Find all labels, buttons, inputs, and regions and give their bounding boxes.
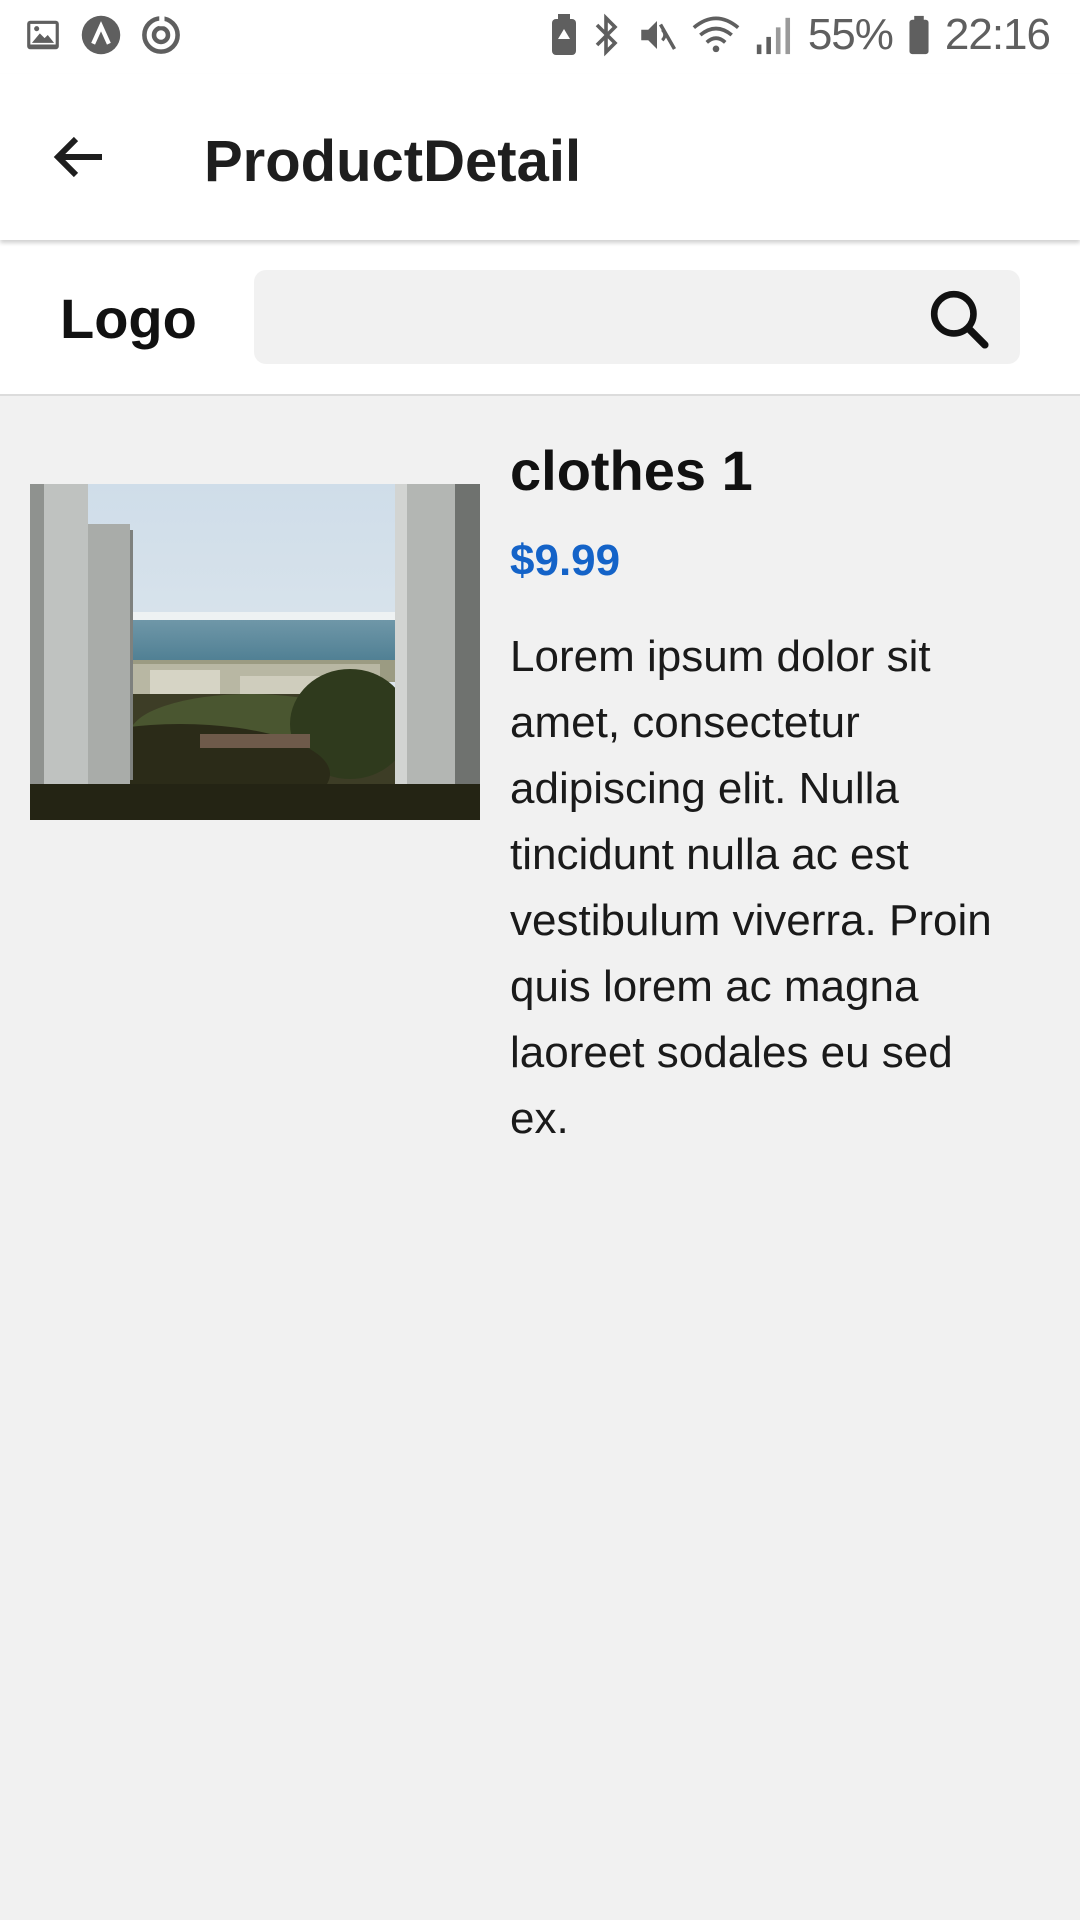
search-button[interactable] — [928, 288, 990, 350]
app-icon — [80, 14, 122, 56]
status-right-icons: 55% 22:16 — [550, 10, 1051, 60]
search-icon — [928, 288, 990, 350]
product-price: $9.99 — [510, 536, 621, 585]
battery-icon — [907, 14, 931, 56]
product-description: Lorem ipsum dolor sit amet, consectetur … — [510, 632, 992, 1143]
battery-percent: 55% — [807, 10, 894, 59]
back-button[interactable] — [38, 122, 118, 192]
product-info: clothes 1 $9.99 Lorem ipsum dolor sit am… — [510, 438, 1030, 1152]
product-detail-content: clothes 1 $9.99 Lorem ipsum dolor sit am… — [0, 398, 1080, 1920]
image-icon — [24, 16, 62, 54]
status-left-icons — [24, 14, 182, 56]
bluetooth-icon — [592, 13, 622, 57]
arrow-left-icon — [50, 133, 106, 181]
mute-icon — [636, 14, 678, 56]
logo[interactable]: Logo — [60, 286, 197, 351]
product-name: clothes 1 — [510, 439, 753, 502]
clock: 22:16 — [944, 10, 1051, 59]
search-input[interactable] — [254, 270, 904, 364]
page-title: ProductDetail — [204, 129, 582, 194]
battery-saver-icon — [550, 13, 578, 57]
product-image — [30, 484, 480, 820]
app-bar: ProductDetail — [0, 74, 1080, 240]
status-bar: 55% 22:16 — [0, 0, 1080, 74]
store-header: Logo — [0, 240, 1080, 396]
wifi-icon — [692, 14, 740, 56]
signal-icon — [754, 14, 794, 56]
sync-icon — [140, 14, 182, 56]
search-bar — [254, 270, 1020, 364]
